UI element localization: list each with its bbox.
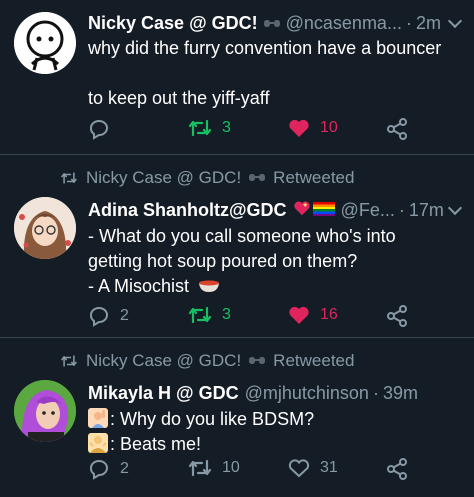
share-icon <box>387 118 407 140</box>
reply-button[interactable]: 2 <box>88 458 129 480</box>
like-button[interactable]: 10 <box>288 118 338 138</box>
heart-icon <box>288 459 310 478</box>
retweet-icon <box>61 172 77 184</box>
mask-icon <box>249 351 266 371</box>
display-name[interactable]: Adina Shanholtz@GDC <box>88 200 287 221</box>
share-button[interactable] <box>386 118 408 140</box>
avatar[interactable] <box>14 197 76 259</box>
avatar[interactable] <box>14 12 76 74</box>
retweeter-name: Nicky Case @ GDC! <box>86 168 242 187</box>
retweet-icon <box>188 119 212 137</box>
raised-hand-icon <box>88 408 108 428</box>
heart-icon <box>289 306 309 324</box>
like-count: 10 <box>320 119 338 136</box>
retweeted-by-line[interactable]: Nicky Case @ GDC! Retweeted <box>60 168 354 188</box>
soup-icon <box>198 275 220 292</box>
retweet-count: 10 <box>222 459 240 476</box>
display-name[interactable]: Mikayla H @ GDC <box>88 383 239 404</box>
tweet-text: why did the furry convention have a boun… <box>88 38 442 108</box>
timestamp[interactable]: 17m <box>409 200 444 221</box>
like-button[interactable]: 16 <box>288 305 338 325</box>
share-button[interactable] <box>386 305 408 327</box>
share-icon <box>387 305 407 327</box>
tweet-actions: 3 10 <box>88 118 460 144</box>
retweet-icon <box>188 306 212 324</box>
reply-button[interactable]: 2 <box>88 305 129 327</box>
retweet-button[interactable]: 3 <box>188 305 231 325</box>
tweet-actions: 2 3 16 <box>88 305 460 331</box>
reply-count: 2 <box>120 307 129 324</box>
tweet-header: Nicky Case @ GDC! @ncasenma... · 2m <box>88 13 441 34</box>
tweet-header: Mikayla H @ GDC @mjhutchinson · 39m <box>88 383 418 404</box>
user-handle[interactable]: @mjhutchinson <box>245 383 369 404</box>
tweet-text: : Why do you like BDSM? : Beats me! <box>88 407 460 457</box>
retweet-button[interactable]: 10 <box>188 458 240 478</box>
user-handle[interactable]: @ncasenma... <box>286 13 402 34</box>
timestamp[interactable]: 39m <box>383 383 418 404</box>
tweet-header: Adina Shanholtz@GDC @Fe... · 17m <box>88 200 444 221</box>
like-count: 16 <box>320 306 338 323</box>
display-name[interactable]: Nicky Case @ GDC! <box>88 13 258 34</box>
retweeter-name: Nicky Case @ GDC! <box>86 351 242 370</box>
avatar[interactable] <box>14 380 76 442</box>
retweet-icon <box>188 459 212 477</box>
mask-icon <box>249 168 266 188</box>
like-count: 31 <box>320 459 338 476</box>
timestamp[interactable]: 2m <box>416 13 441 34</box>
heart-icon <box>289 119 309 137</box>
retweet-icon <box>61 355 77 367</box>
retweet-count: 3 <box>222 306 231 323</box>
retweet-count: 3 <box>222 119 231 136</box>
rainbow-flag-icon <box>312 202 335 216</box>
sparkle-heart-icon <box>293 200 311 216</box>
retweeted-label: Retweeted <box>273 351 355 370</box>
retweeted-by-line[interactable]: Nicky Case @ GDC! Retweeted <box>60 351 354 371</box>
tweet-actions: 2 10 31 <box>88 458 460 484</box>
reply-icon <box>90 460 108 480</box>
mask-icon <box>263 13 280 34</box>
share-button[interactable] <box>386 458 408 480</box>
retweet-button[interactable]: 3 <box>188 118 231 138</box>
tweet[interactable]: Nicky Case @ GDC! Retweeted Adina Shanho… <box>0 155 474 338</box>
reply-icon <box>90 307 108 327</box>
reply-icon <box>90 120 108 140</box>
share-icon <box>387 458 407 480</box>
like-button[interactable]: 31 <box>288 458 338 478</box>
shrug-icon <box>88 433 108 453</box>
reply-count: 2 <box>120 460 129 477</box>
timeline: Nicky Case @ GDC! @ncasenma... · 2m why … <box>0 0 474 497</box>
reply-button[interactable] <box>88 118 110 140</box>
retweeted-label: Retweeted <box>273 168 355 187</box>
tweet[interactable]: Nicky Case @ GDC! @ncasenma... · 2m why … <box>0 0 474 155</box>
tweet[interactable]: Nicky Case @ GDC! Retweeted Mikayla H @ … <box>0 338 474 497</box>
tweet-text: - What do you call someone who's into ge… <box>88 226 396 296</box>
user-handle[interactable]: @Fe... <box>341 200 395 221</box>
